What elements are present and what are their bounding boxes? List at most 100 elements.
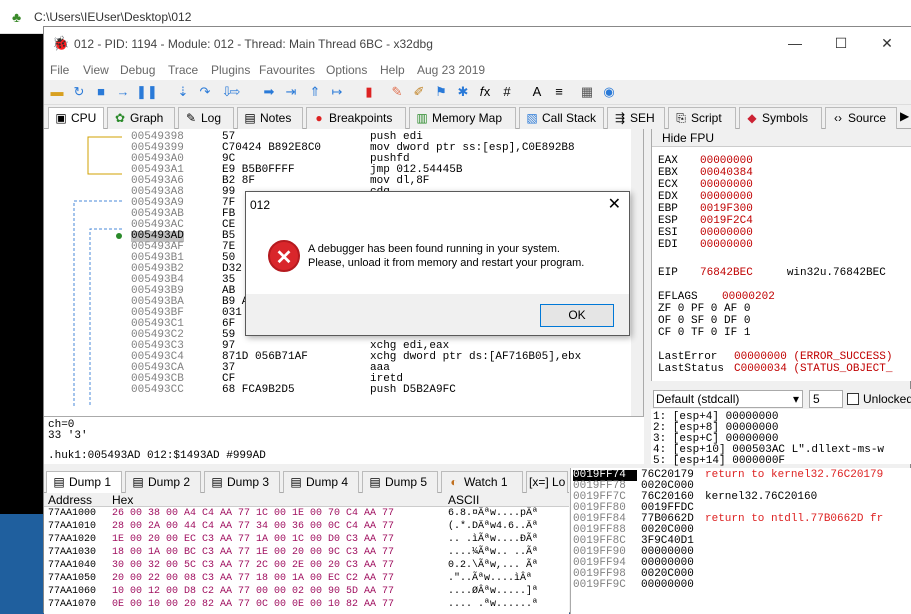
register-lasterror[interactable]: LastError 00000000 (ERROR_SUCCESS): [658, 351, 892, 363]
tab-dump-1[interactable]: ▤ Dump 1: [46, 471, 122, 493]
tab-dump-4[interactable]: ▤ Dump 4: [283, 471, 359, 493]
flags-row-3[interactable]: CF 0 TF 0 IF 1: [658, 327, 750, 339]
dialog-titlebar: 012 ✕: [246, 192, 629, 218]
tab-dump-2[interactable]: ▤ Dump 2: [125, 471, 201, 493]
tab-script[interactable]: ⎘ Script: [668, 107, 736, 129]
restart-icon[interactable]: ↻: [70, 83, 88, 101]
minimize-button[interactable]: —: [772, 27, 818, 60]
execute-till-return-icon[interactable]: ⇨: [226, 83, 244, 101]
menu-plugins[interactable]: Plugins: [211, 63, 250, 77]
hex-dump-view[interactable]: Address Hex ASCII 77AA1000 26 00 38 00 A4…: [44, 493, 569, 614]
hide-fpu-button[interactable]: Hide FPU: [652, 129, 911, 147]
tab-symbols[interactable]: ◆ Symbols: [739, 107, 822, 129]
memory-icon: ▥: [416, 111, 428, 125]
register-esp[interactable]: ESP 0019F2C4: [658, 215, 753, 227]
disasm-bytes: C70424 B892E8C0: [222, 142, 322, 154]
label-icon[interactable]: ⚑: [432, 83, 450, 101]
dump-icon: ▤: [132, 475, 144, 489]
run-icon[interactable]: →: [114, 83, 132, 101]
stack-arg[interactable]: 5: [esp+14] 0000000F: [653, 455, 785, 467]
patch-icon[interactable]: ✎: [388, 83, 406, 101]
calling-convention-select[interactable]: Default (stdcall) ▾: [653, 390, 803, 408]
tab-cpu[interactable]: ▣ CPU: [48, 107, 104, 129]
tab-dump-3[interactable]: ▤ Dump 3: [204, 471, 280, 493]
stack-comment: kernel32.76C20160: [705, 491, 818, 503]
pause-icon[interactable]: ❚❚: [136, 83, 158, 101]
tab-notes[interactable]: ▤ Notes: [237, 107, 303, 129]
register-ebp[interactable]: EBP 0019F300: [658, 203, 753, 215]
close-button[interactable]: ✕: [864, 27, 910, 60]
stop-icon[interactable]: ■: [92, 83, 110, 101]
menu-view[interactable]: View: [83, 63, 109, 77]
trace-over-icon[interactable]: ➡: [260, 83, 278, 101]
tab-scroll-right-icon[interactable]: ▶: [900, 109, 909, 123]
font-icon[interactable]: A: [528, 83, 546, 101]
globe-icon[interactable]: ◉: [600, 83, 618, 101]
calculator-icon[interactable]: ▦: [578, 83, 596, 101]
unlocked-checkbox[interactable]: [847, 393, 859, 405]
dump-tab-bar: ▤ Dump 1 ▤ Dump 2 ▤ Dump 3 ▤ Dump 4 ▤ Dump 5 …: [44, 468, 569, 493]
tab-memory-map[interactable]: ▥ Memory Map: [409, 107, 516, 129]
tab-bar: ▣ CPU ✿ Graph ✎ Log ▤ Notes ● Breakpoint…: [44, 105, 911, 129]
comment-icon[interactable]: ✐: [410, 83, 428, 101]
tab-call-stack[interactable]: ▧ Call Stack: [519, 107, 604, 129]
dialog-close-button[interactable]: ✕: [608, 194, 621, 214]
arg-count-spinner[interactable]: 5: [809, 390, 843, 408]
register-ecx[interactable]: ECX 00000000: [658, 179, 753, 191]
tab-locals[interactable]: [x=] Lo: [526, 471, 568, 493]
register-eflags[interactable]: EFLAGS 00000202: [658, 291, 775, 303]
menu-help[interactable]: Help: [380, 63, 405, 77]
step-over-icon[interactable]: ↷: [196, 83, 214, 101]
disassembly-scrollbar[interactable]: [631, 129, 643, 416]
strings-icon[interactable]: ≡: [550, 83, 568, 101]
flags-row-1[interactable]: ZF 0 PF 0 AF 0: [658, 303, 750, 315]
tab-log[interactable]: ✎ Log: [178, 107, 234, 129]
register-edx[interactable]: EDX 00000000: [658, 191, 753, 203]
disasm-row[interactable]: 005493CC 68 FCA9B2D5 push D5B2A9FC: [126, 385, 643, 396]
dump-ascii: ....ØÂªw.....]ª: [448, 586, 539, 597]
tab-seh[interactable]: ⇶ SEH: [607, 107, 665, 129]
maximize-button[interactable]: ☐: [818, 27, 864, 60]
step-into-icon[interactable]: ⇣: [174, 83, 192, 101]
tab-label: Log: [201, 111, 222, 125]
register-name: ESI: [658, 227, 678, 239]
dump-address: 77AA1060: [48, 586, 97, 597]
animate-icon[interactable]: ⇑: [306, 83, 324, 101]
flags-row-2[interactable]: OF 0 SF 0 DF 0: [658, 315, 750, 327]
tab-source[interactable]: ‹› Source: [825, 107, 897, 129]
tab-watch-1[interactable]: ◐ Watch 1: [441, 471, 523, 493]
callstack-icon: ▧: [526, 111, 538, 125]
open-icon[interactable]: ▬: [48, 83, 66, 101]
menu-file[interactable]: File: [50, 63, 69, 77]
menu-options[interactable]: Options: [326, 63, 367, 77]
menu-trace[interactable]: Trace: [168, 63, 198, 77]
menu-debug[interactable]: Debug: [120, 63, 155, 77]
ok-button[interactable]: OK: [540, 304, 614, 327]
dump-address: 77AA1030: [48, 547, 97, 558]
tab-dump-5[interactable]: ▤ Dump 5: [362, 471, 438, 493]
register-edi[interactable]: EDI 00000000: [658, 239, 753, 251]
hash-icon[interactable]: #: [498, 83, 516, 101]
register-ebx[interactable]: EBX 00040384: [658, 167, 753, 179]
bookmark-icon[interactable]: ✱: [454, 83, 472, 101]
scylla-icon[interactable]: ▮: [360, 83, 378, 101]
dump-icon: ▤: [369, 475, 381, 489]
stack-comment: return to kernel32.76C20179: [705, 469, 884, 481]
register-laststatus[interactable]: LastStatus C0000034 (STATUS_OBJECT_: [658, 363, 892, 375]
menu-favourites[interactable]: Favourites: [259, 63, 315, 77]
register-name: ESP: [658, 215, 678, 227]
function-icon[interactable]: 𝑓x: [476, 83, 494, 101]
tab-graph[interactable]: ✿ Graph: [107, 107, 175, 129]
info-box: ch=0 33 '3' .huk1:005493AD 012:$1493AD #…: [44, 416, 644, 464]
tab-breakpoints[interactable]: ● Breakpoints: [306, 107, 406, 129]
register-name: EAX: [658, 155, 678, 167]
register-esi[interactable]: ESI 00000000: [658, 227, 753, 239]
animate-over-icon[interactable]: ↦: [328, 83, 346, 101]
register-eax[interactable]: EAX 00000000: [658, 155, 753, 167]
symbols-icon: ◆: [747, 111, 757, 125]
jump-arrows: [73, 136, 122, 407]
dump-ascii: ....¼Ãªw.. ..Ãª: [448, 547, 539, 558]
run-to-user-icon[interactable]: ⇥: [282, 83, 300, 101]
register-eip[interactable]: EIP 76842BEC win32u.76842BEC: [658, 267, 886, 279]
stack-view[interactable]: 0019FF74 76C20179 return to kernel32.76C20…: [570, 468, 911, 614]
